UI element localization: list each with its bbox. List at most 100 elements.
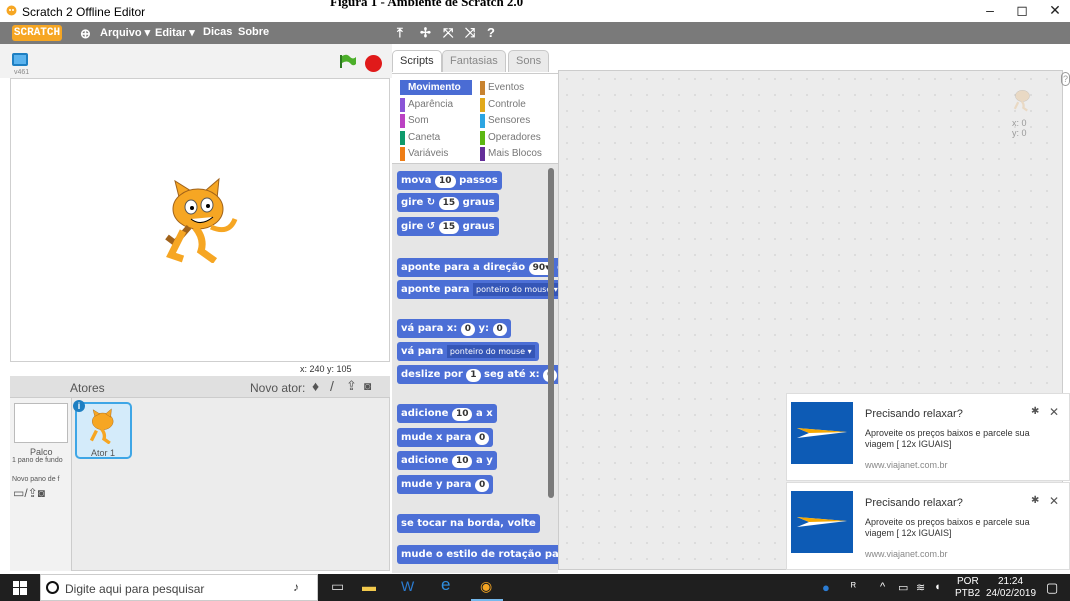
wifi-icon[interactable]: ≋ [916,581,925,594]
notification-toast[interactable]: Precisando relaxar? Aproveite os preços … [786,393,1070,481]
category-color-swatch [480,114,485,128]
clock-date[interactable]: 24/02/2019 [986,588,1036,599]
motion-block[interactable]: aponte para ponteiro do mouse ▾ [397,280,558,299]
motion-block[interactable]: mude o estilo de rotação para [397,545,558,564]
delete-tool-icon[interactable]: ✢ [420,25,431,41]
help-button[interactable]: ? [1061,72,1070,86]
block-number-input[interactable]: 15 [438,221,460,234]
stage-header: v461 [0,44,392,78]
backdrop-tools-icon[interactable]: ▭/⇪◙ [13,486,45,500]
category-item[interactable]: Aparência [400,97,472,112]
task-view-icon[interactable]: ▭ [331,578,344,595]
block-number-input[interactable]: 0 [475,479,490,492]
duplicate-tool-icon[interactable]: ⤒ [397,25,403,41]
menu-about[interactable]: Sobre [238,26,269,38]
notification-toast[interactable]: Precisando relaxar? Aproveite os preços … [786,482,1070,570]
tab-scripts[interactable]: Scripts [392,50,442,72]
input-language[interactable]: POR [957,576,979,587]
windows-start-icon[interactable] [13,581,27,595]
battery-icon[interactable]: ▭ [898,581,908,594]
motion-block[interactable]: mova 10 passos [397,171,502,190]
category-item[interactable]: Variáveis [400,146,472,161]
block-number-input[interactable]: 0 [492,323,507,336]
block-number-input[interactable]: 10 [451,408,473,421]
block-number-input[interactable]: 0 [474,432,490,445]
notification-title: Precisando relaxar? [865,408,963,420]
stage-thumbnail[interactable] [14,403,68,443]
category-item[interactable]: Eventos [480,80,552,95]
grow-tool-icon[interactable]: ⤧ [443,25,453,41]
chevron-up-icon[interactable]: ^ [880,581,885,593]
block-number-input[interactable]: 10 [435,175,456,188]
close-icon[interactable]: ✕ [1049,494,1059,508]
block-number-input[interactable]: 1 [466,369,481,382]
motion-block[interactable]: aponte para a direção 90▾ gra [397,258,558,277]
menu-file[interactable]: Arquivo ▾ [100,26,150,39]
menu-edit[interactable]: Editar ▾ [155,26,195,39]
block-text: adicione [401,455,449,466]
globe-icon[interactable]: ⊕ [80,26,91,42]
edge-icon[interactable]: e [441,575,450,595]
scratch-logo[interactable]: SCRATCH [12,25,62,41]
volume-icon[interactable]: ◖ [934,581,941,593]
block-dropdown[interactable]: ponteiro do mouse ▾ [473,283,558,296]
motion-block[interactable]: gire ↺ 15 graus [397,217,499,236]
motion-block[interactable]: vá para ponteiro do mouse ▾ [397,342,539,361]
block-number-input[interactable]: 15 [438,197,460,210]
notification-url: www.viajanet.com.br [865,460,948,470]
category-item[interactable]: Operadores [480,130,552,145]
help-tray-icon[interactable]: ● [822,580,830,595]
block-dropdown[interactable]: ponteiro do mouse ▾ [446,345,535,358]
category-item[interactable]: Caneta [400,130,472,145]
stage[interactable] [10,78,390,362]
camera-sprite-icon[interactable]: ◙ [364,379,371,393]
paint-sprite-icon[interactable]: / [330,378,334,394]
stage-column: Palco 1 pano de fundo Novo pano de f ▭/⇪… [10,398,72,571]
gear-icon[interactable]: ✱ [1031,495,1039,506]
motion-block[interactable]: adicione 10 a x [397,404,497,423]
motion-block[interactable]: se tocar na borda, volte [397,514,540,533]
category-item[interactable]: Mais Blocos [480,146,552,161]
motion-block[interactable]: vá para x: 0 y: 0 [397,319,511,338]
motion-block[interactable]: gire ↻ 15 graus [397,193,499,212]
stop-icon[interactable] [365,55,382,72]
motion-block[interactable]: adicione 10 a y [397,451,497,470]
motion-block[interactable]: deslize por 1 seg até x: 0 y: [397,365,558,384]
keyboard-layout[interactable]: PTB2 [955,588,980,599]
shrink-tool-icon[interactable]: ⤨ [465,25,475,41]
menu-tips[interactable]: Dicas [203,26,232,38]
people-icon[interactable]: ᴿ [851,581,856,593]
minimize-button[interactable]: – [975,2,1005,20]
close-button[interactable]: ✕ [1040,2,1070,20]
category-item[interactable]: Som [400,113,472,128]
word-icon[interactable]: W [401,578,414,594]
block-number-input[interactable]: 10 [451,455,473,468]
block-text: mude x para [401,432,472,443]
scratch-taskbar-icon[interactable]: ◉ [480,578,492,595]
tab-costumes[interactable]: Fantasias [442,50,506,72]
category-item[interactable]: Controle [480,97,552,112]
upload-sprite-icon[interactable]: ⇪ [346,378,357,394]
sprite-tile[interactable]: i Ator 1 [73,400,132,459]
file-explorer-icon[interactable]: ▬ [362,578,376,594]
sprite-cat-icon[interactable] [161,177,246,263]
taskbar-search[interactable]: Digite aqui para pesquisar ♪ [40,574,318,601]
sprite-library-icon[interactable]: ♦ [312,378,319,394]
maximize-button[interactable]: ◻ [1007,2,1037,20]
palette-scrollbar[interactable] [548,168,554,498]
motion-block[interactable]: mude x para 0 [397,428,494,447]
block-number-input[interactable]: 0 [460,323,476,336]
fullscreen-icon[interactable] [12,53,28,66]
info-icon[interactable]: i [73,400,85,412]
clock-time[interactable]: 21:24 [998,576,1023,587]
close-icon[interactable]: ✕ [1049,405,1059,419]
help-tool-icon[interactable]: ? [487,25,495,40]
microphone-icon[interactable]: ♪ [293,580,299,594]
green-flag-icon[interactable] [339,53,357,69]
tab-sounds[interactable]: Sons [508,50,550,72]
notification-center-icon[interactable]: ▢ [1046,580,1058,596]
category-item[interactable]: Movimento [400,80,472,95]
motion-block[interactable]: mude y para 0 [397,475,494,494]
category-item[interactable]: Sensores [480,113,552,128]
gear-icon[interactable]: ✱ [1031,406,1039,417]
